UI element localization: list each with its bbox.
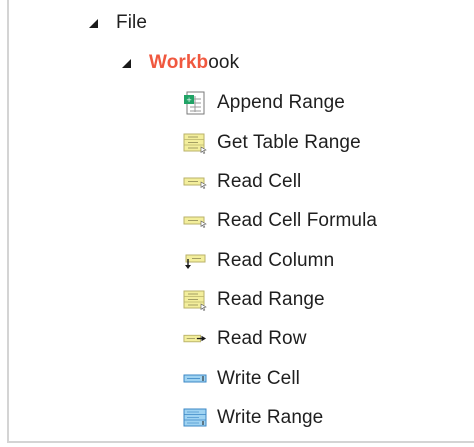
get-table-range-icon bbox=[183, 131, 207, 155]
activity-write-cell[interactable]: Write Cell bbox=[183, 364, 300, 394]
activity-label: Write Range bbox=[217, 407, 324, 428]
read-cell-icon bbox=[183, 170, 207, 194]
svg-text:+: + bbox=[186, 96, 192, 104]
activity-write-range[interactable]: Write Range bbox=[183, 403, 323, 433]
activity-label: Read Row bbox=[217, 328, 307, 349]
expanded-caret-icon[interactable] bbox=[89, 18, 98, 28]
activity-label: Append Range bbox=[217, 92, 345, 113]
write-range-icon bbox=[183, 406, 207, 430]
activity-read-column[interactable]: Read Column bbox=[183, 246, 334, 276]
activity-read-row[interactable]: Read Row bbox=[183, 324, 307, 354]
append-range-icon: + bbox=[183, 91, 207, 115]
activity-read-cell[interactable]: Read Cell bbox=[183, 167, 301, 197]
activity-label: Read Column bbox=[217, 250, 335, 271]
tree-node-workbook-label: Workbook bbox=[149, 48, 239, 78]
activity-get-table-range[interactable]: Get Table Range bbox=[183, 128, 361, 158]
tree-node-file[interactable]: File bbox=[89, 8, 147, 38]
activity-label: Get Table Range bbox=[217, 132, 361, 153]
read-column-icon bbox=[183, 249, 207, 273]
activities-panel: File Workbook + Append Range Get Table R… bbox=[7, 0, 474, 443]
search-match-highlight: Workb bbox=[149, 52, 209, 73]
write-cell-icon bbox=[183, 367, 207, 391]
activity-label: Read Cell Formula bbox=[217, 210, 378, 231]
tree-node-workbook[interactable]: Workbook bbox=[122, 48, 239, 78]
activity-label: Read Range bbox=[217, 289, 325, 310]
activity-label: Read Cell bbox=[217, 171, 302, 192]
tree-node-file-label: File bbox=[116, 12, 148, 33]
read-cell-formula-icon bbox=[183, 209, 207, 233]
activity-read-cell-formula[interactable]: Read Cell Formula bbox=[183, 206, 377, 236]
read-row-icon bbox=[183, 327, 207, 351]
workbook-label-rest: ook bbox=[208, 52, 240, 73]
activity-read-range[interactable]: Read Range bbox=[183, 285, 325, 315]
activity-append-range[interactable]: + Append Range bbox=[183, 88, 345, 118]
read-range-icon bbox=[183, 288, 207, 312]
activity-label: Write Cell bbox=[217, 368, 300, 389]
expanded-caret-icon[interactable] bbox=[122, 58, 131, 68]
